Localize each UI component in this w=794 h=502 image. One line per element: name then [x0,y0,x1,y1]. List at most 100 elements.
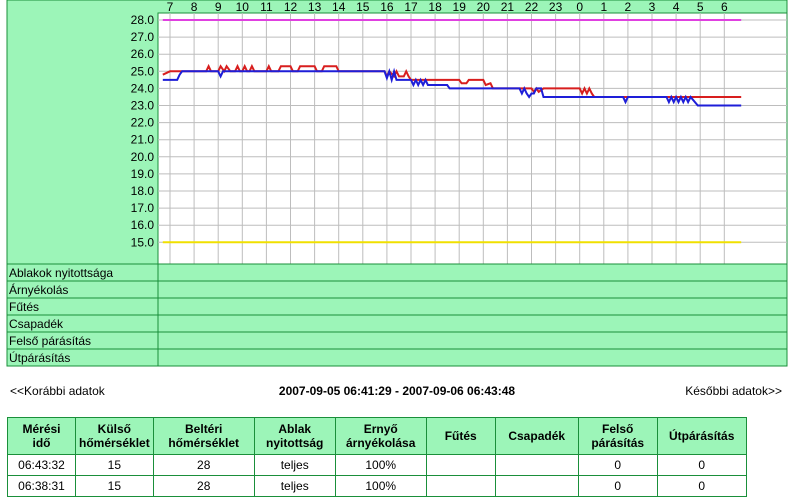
status-row-label: Útpárásítás [9,350,70,365]
x-tick-label: 1 [600,0,607,14]
column-header-text: hőmérséklet [79,436,150,450]
x-tick-label: 8 [191,0,198,14]
table-cell: 28 [152,454,255,476]
x-tick-label: 11 [260,0,273,14]
x-tick-label: 9 [215,0,222,14]
x-tick-label: 16 [380,0,394,14]
table-cell: 06:38:31 [7,475,76,497]
x-tick-label: 10 [236,0,250,14]
table-cell: 0 [656,475,747,497]
status-row-label: Fűtés [9,300,39,314]
x-tick-label: 4 [673,0,680,14]
date-range: 2007-09-05 06:41:29 - 2007-09-06 06:43:4… [0,384,794,398]
status-row-label: Árnyékolás [9,282,68,297]
column-header-text: Ernyő [363,422,398,436]
status-row-track [157,297,788,316]
x-tick-label: 19 [453,0,467,14]
column-header: Beltéri hőmérséklet [152,417,255,455]
y-tick-label: 27.0 [131,30,155,44]
table-cell: teljes [253,475,336,497]
y-tick-label: 22.0 [131,116,155,130]
x-tick-label: 5 [697,0,704,14]
x-tick-label: 3 [649,0,656,14]
column-header: Ernyő árnyékolása [334,417,427,455]
y-tick-label: 20.0 [131,150,155,164]
column-header: Útpárásítás [656,417,747,455]
column-header: Külső hőmérséklet [75,417,154,455]
table-cell: 15 [75,475,154,497]
column-header-text: Ablak [278,422,312,436]
x-tick-label: 7 [167,0,174,14]
table-cell: 0 [656,454,747,476]
table-cell: 100% [334,454,427,476]
column-header-text: Csapadék [508,429,566,443]
y-tick-label: 23.0 [131,99,155,113]
status-row-track [157,280,788,299]
table-cell [425,475,496,497]
later-data-label[interactable]: Későbbi adatok>> [685,384,782,398]
status-row-track [157,331,788,350]
column-header-text: Útpárásítás [669,429,735,443]
x-tick-label: 17 [404,0,418,14]
earlier-data-label[interactable]: <<Korábbi adatok [10,384,105,398]
column-header-text: párásítás [591,436,645,450]
table-cell: 28 [152,475,255,497]
x-tick-label: 6 [721,0,728,14]
y-tick-label: 19.0 [131,167,155,181]
x-tick-label: 20 [477,0,491,14]
table-cell: 0 [577,454,658,476]
y-tick-label: 24.0 [131,81,155,95]
y-tick-label: 21.0 [131,133,155,147]
x-tick-label: 22 [525,0,539,14]
column-header-text: Beltéri [185,422,223,436]
later-data-link[interactable]: Későbbi adatok>> [685,384,782,398]
y-tick-label: 25.0 [131,64,155,78]
status-row-track [157,348,788,367]
x-tick-label: 12 [284,0,298,14]
y-tick-label: 16.0 [131,218,155,232]
y-tick-label: 28.0 [131,13,155,27]
column-header: Felső párásítás [577,417,658,455]
y-tick-label: 18.0 [131,184,155,198]
column-header-text: nyitottság [266,436,324,450]
earlier-data-link[interactable]: <<Korábbi adatok [10,384,105,398]
column-header-text: árnyékolása [346,436,416,450]
column-header: Csapadék [494,417,579,455]
column-header-text: idő [32,436,51,450]
table-cell: teljes [253,454,336,476]
column-header: Mérési idő [7,417,76,455]
measurement-table: Mérési idő Külső hőmérséklet Beltéri hőmérsék… [7,417,747,497]
x-tick-label: 0 [576,0,583,14]
table-cell: 15 [75,454,154,476]
x-tick-label: 18 [428,0,442,14]
y-tick-label: 15.0 [131,235,155,249]
x-tick-label: 13 [308,0,322,14]
temperature-chart: 28.0 27.0 26.0 25.0 24.0 23.0 22.0 21.0 20.0 19.0… [6,0,788,367]
table-cell: 100% [334,475,427,497]
table-header-row: Mérési idő Külső hőmérséklet Beltéri hőmérsék… [7,417,747,455]
column-header-text: Külső [97,422,132,436]
table-row: 06:43:32 15 28 teljes 100% 0 0 [7,454,747,476]
y-tick-label: 17.0 [131,201,155,215]
date-range-text: 2007-09-05 06:41:29 - 2007-09-06 06:43:4… [278,384,516,398]
column-header-text: Felső [602,422,634,436]
plot-area [157,12,788,265]
column-header-text: hőmérséklet [168,436,240,450]
x-tick-label: 14 [332,0,346,14]
column-header: Fűtés [425,417,496,455]
column-header: Ablak nyitottság [253,417,336,455]
status-row-label: Csapadék [9,317,64,331]
x-tick-label: 15 [356,0,370,14]
x-tick-label: 21 [501,0,515,14]
table-cell: 0 [577,475,658,497]
status-row-track [157,314,788,333]
table-row: 06:38:31 15 28 teljes 100% 0 0 [7,475,747,497]
table-cell [494,454,579,476]
x-tick-label: 23 [549,0,563,14]
x-tick-label: 2 [625,0,632,14]
table-cell [494,475,579,497]
column-header-text: Mérési [22,422,61,436]
column-header-text: Fűtés [444,429,477,443]
status-row-label: Ablakok nyitottsága [9,266,113,280]
status-row-label: Felső párásítás [9,334,91,348]
